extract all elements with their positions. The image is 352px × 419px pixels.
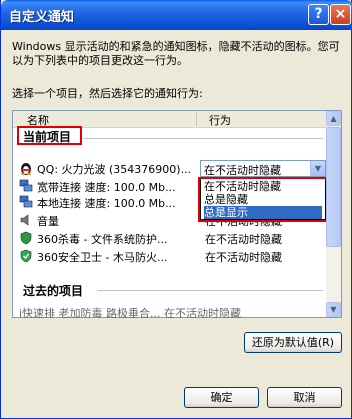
group-divider <box>97 290 323 291</box>
group-divider <box>83 138 323 139</box>
behavior-select[interactable]: 在不活动时隐藏 ▼ <box>200 160 326 177</box>
item-action: 在不活动时隐藏 <box>205 233 282 246</box>
network-icon <box>19 195 33 208</box>
network-icon <box>19 179 33 192</box>
dropdown-highlight <box>198 177 328 222</box>
chevron-down-icon[interactable]: ▼ <box>310 161 325 176</box>
item-name: i快速排 老加防毒 路极垂合... 在不活动时隐藏 <box>19 307 242 318</box>
list-item[interactable]: i快速排 老加防毒 路极垂合... 在不活动时隐藏 <box>19 304 319 318</box>
item-action: 在不活动时隐藏 <box>205 251 282 264</box>
column-separator[interactable] <box>196 113 197 126</box>
restore-defaults-button[interactable]: 还原为默认值(R) <box>244 332 342 353</box>
scrollbar-thumb[interactable] <box>326 127 341 247</box>
ok-button[interactable]: 确定 <box>184 387 259 408</box>
item-name: 360安全卫士 - 木马防火... <box>37 251 168 264</box>
list-item[interactable]: 360安全卫士 - 木马防火... 在不活动时隐藏 <box>19 248 321 264</box>
column-header-action[interactable]: 行为 <box>209 112 231 128</box>
shield-icon <box>20 231 32 245</box>
item-name: 本地连接 速度: 100.0 Mb... <box>37 197 176 210</box>
item-name: 360杀毒 - 文件系统防护... <box>37 233 168 246</box>
past-items-group: 过去的项目 <box>23 284 84 298</box>
item-name: 宽带连接 速度: 100.0 Mb... <box>37 181 176 194</box>
close-button[interactable]: × <box>330 4 351 25</box>
list-item[interactable]: 360杀毒 - 文件系统防护... 在不活动时隐藏 <box>19 230 321 246</box>
qq-penguin-icon <box>21 163 31 175</box>
title-bar: 自定义通知 ? × <box>1 0 352 30</box>
vertical-scrollbar[interactable]: ▲ ▼ <box>326 111 341 317</box>
dialog-window: 自定义通知 ? × Windows 显示活动的和紧急的通知图标，隐藏不活动的图标… <box>0 0 352 419</box>
item-name: 音量 <box>37 215 59 228</box>
shield-icon <box>20 249 32 263</box>
prompt-text: 选择一个项目，然后选择它的通知行为: <box>12 87 203 100</box>
volume-icon <box>20 214 29 226</box>
scroll-up-icon[interactable]: ▲ <box>326 111 341 126</box>
window-title: 自定义通知 <box>9 10 75 25</box>
current-items-group: 当前项目 <box>23 130 72 144</box>
scroll-down-icon[interactable]: ▼ <box>326 302 341 317</box>
help-button[interactable]: ? <box>308 4 329 25</box>
behavior-select-value: 在不活动时隐藏 <box>204 164 281 177</box>
description-text: Windows 显示活动的和紧急的通知图标，隐藏不活动的图标。您可以为下列表中的… <box>12 40 340 67</box>
item-name: QQ: 火力光波 (354376900)... <box>37 163 192 176</box>
cancel-button[interactable]: 取消 <box>267 387 342 408</box>
